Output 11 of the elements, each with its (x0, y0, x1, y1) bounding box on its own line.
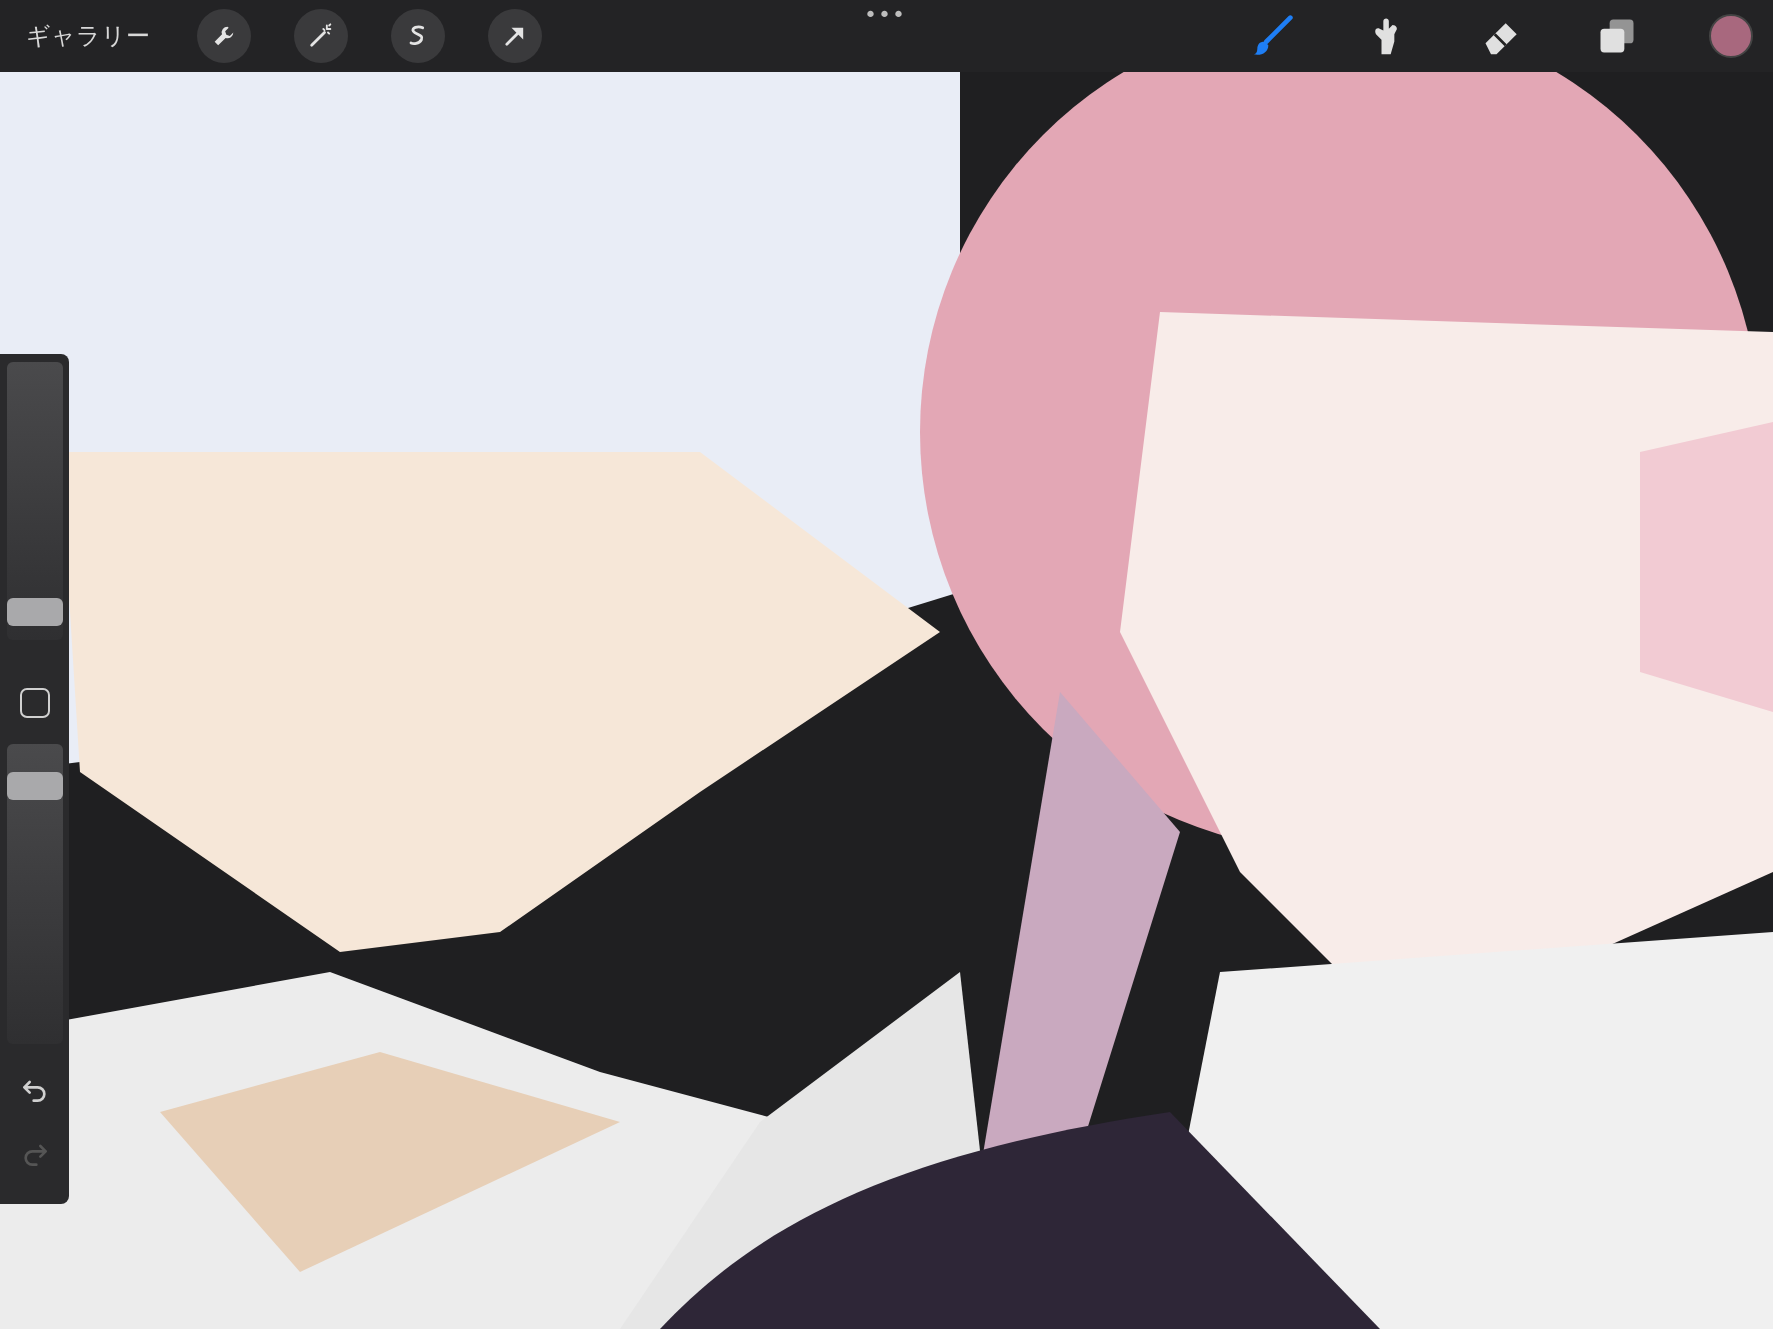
slider[interactable] (6, 362, 63, 640)
slider[interactable] (6, 744, 63, 1044)
wrench-button[interactable] (197, 9, 251, 63)
slider-thumb[interactable] (6, 598, 63, 627)
color-swatch[interactable] (1709, 14, 1753, 58)
lasso-button[interactable] (391, 9, 445, 63)
slider-thumb[interactable] (6, 772, 63, 800)
magic-wand-button[interactable] (294, 9, 348, 63)
square-button[interactable] (19, 688, 50, 718)
more-button[interactable]: ••• (864, 0, 906, 30)
gallery-button[interactable]: ギャラリー (26, 20, 150, 52)
